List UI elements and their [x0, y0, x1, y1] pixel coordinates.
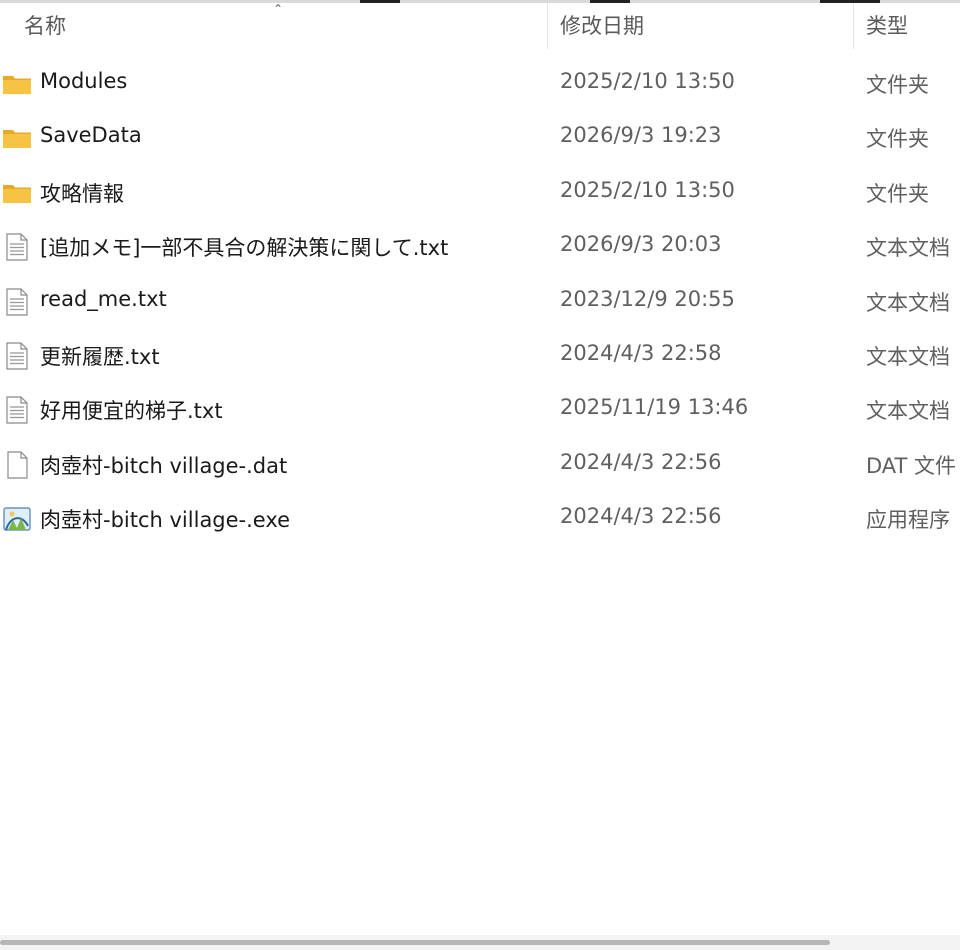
file-date-modified: 2025/11/19 13:46: [560, 395, 749, 420]
file-type: 应用程序: [866, 508, 950, 533]
file-date-modified: 2026/9/3 19:23: [560, 123, 722, 148]
file-row[interactable]: 好用便宜的梯子.txt 2025/11/19 13:46 文本文档: [0, 383, 960, 437]
column-header-type[interactable]: 类型: [866, 10, 908, 40]
file-name: 肉壺村-bitch village-.exe: [40, 508, 291, 533]
column-header-name[interactable]: 名称: [24, 10, 66, 40]
file-type: 文本文档: [866, 290, 950, 315]
app-exe-icon: [2, 504, 32, 534]
sort-caret-icon[interactable]: ⌃: [273, 3, 283, 15]
file-name: read_me.txt: [40, 286, 167, 311]
text-file-icon: [2, 232, 32, 262]
file-date-modified: 2025/2/10 13:50: [560, 69, 735, 93]
file-date-modified: 2024/4/3 22:56: [560, 504, 722, 529]
file-type: 文本文档: [866, 399, 950, 424]
folder-icon: [2, 69, 32, 99]
file-date-modified: 2024/4/3 22:58: [560, 340, 722, 365]
file-row[interactable]: [追加メモ]一部不具合の解決策に関して.txt 2026/9/3 20:03 文本文…: [0, 220, 960, 274]
file-type: 文本文档: [866, 236, 950, 261]
column-divider[interactable]: [853, 3, 854, 49]
file-row[interactable]: 更新履歴.txt 2024/4/3 22:58 文本文档: [0, 329, 960, 383]
column-header: ⌃ 名称 修改日期 类型: [0, 3, 960, 49]
file-date-modified: 2024/4/3 22:56: [560, 449, 722, 474]
file-date-modified: 2026/9/3 20:03: [560, 232, 722, 257]
file-name: SaveData: [40, 123, 142, 148]
file-row[interactable]: Modules 2025/2/10 13:50 文件夹: [0, 57, 960, 111]
column-divider[interactable]: [547, 3, 548, 49]
column-header-date-modified[interactable]: 修改日期: [560, 10, 644, 40]
text-file-icon: [2, 341, 32, 371]
text-file-icon: [2, 395, 32, 425]
file-date-modified: 2025/2/10 13:50: [560, 177, 735, 202]
file-type: DAT 文件: [866, 453, 957, 478]
file-name: [追加メモ]一部不具合の解決策に関して.txt: [40, 236, 449, 261]
file-type: 文件夹: [866, 127, 929, 152]
file-row[interactable]: read_me.txt 2023/12/9 20:55 文本文档: [0, 275, 960, 329]
scrollbar-thumb[interactable]: [0, 940, 830, 945]
horizontal-scrollbar[interactable]: [0, 935, 960, 950]
file-row[interactable]: 攻略情報 2025/2/10 13:50 文件夹: [0, 166, 960, 220]
blank-file-icon: [2, 450, 32, 480]
text-file-icon: [2, 287, 32, 317]
file-row[interactable]: 肉壺村-bitch village-.dat 2024/4/3 22:56 DAT …: [0, 438, 960, 492]
file-row[interactable]: SaveData 2026/9/3 19:23 文件夹: [0, 111, 960, 165]
folder-icon: [2, 178, 32, 208]
file-date-modified: 2023/12/9 20:55: [560, 286, 735, 311]
file-list: Modules 2025/2/10 13:50 文件夹 SaveData 2026/9/…: [0, 57, 960, 547]
file-row[interactable]: 肉壺村-bitch village-.exe 2024/4/3 22:56 应用程序: [0, 492, 960, 546]
folder-icon: [2, 123, 32, 153]
file-type: 文件夹: [866, 181, 929, 206]
file-type: 文件夹: [866, 73, 929, 97]
file-name: Modules: [40, 69, 128, 93]
file-name: 更新履歴.txt: [40, 344, 160, 369]
file-type: 文本文档: [866, 344, 950, 369]
file-name: 肉壺村-bitch village-.dat: [40, 453, 288, 478]
file-name: 攻略情報: [40, 181, 124, 206]
file-name: 好用便宜的梯子.txt: [40, 399, 223, 424]
